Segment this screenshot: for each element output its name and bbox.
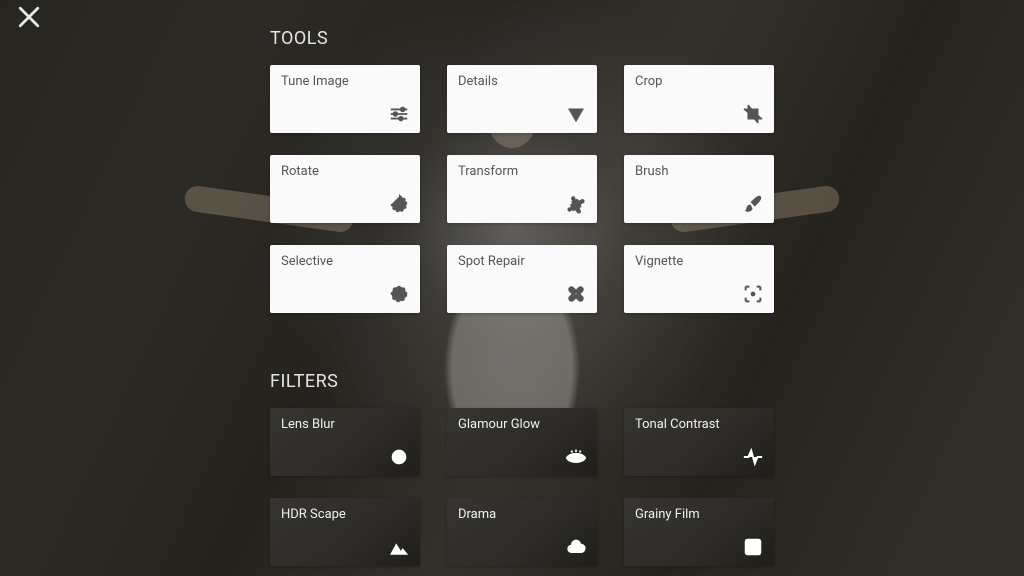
filter-hdr-scape[interactable]: HDR Scape: [270, 498, 420, 566]
tool-label: Crop: [635, 74, 662, 89]
filters-grid: Lens Blur Glamour Glow Tonal Contrast: [270, 408, 770, 566]
brush-icon: [742, 193, 764, 215]
vignette-icon: [742, 283, 764, 305]
eye-icon: [565, 446, 587, 468]
tool-transform[interactable]: Transform: [447, 155, 597, 223]
filter-tonal-contrast[interactable]: Tonal Contrast: [624, 408, 774, 476]
tool-label: Brush: [635, 164, 669, 179]
tool-spot-repair[interactable]: Spot Repair: [447, 245, 597, 313]
tool-label: Transform: [458, 164, 518, 179]
filter-lens-blur[interactable]: Lens Blur: [270, 408, 420, 476]
filter-glamour-glow[interactable]: Glamour Glow: [447, 408, 597, 476]
tool-selective[interactable]: Selective: [270, 245, 420, 313]
tool-label: Rotate: [281, 164, 319, 179]
tool-label: Vignette: [635, 254, 683, 269]
filter-label: Glamour Glow: [458, 417, 540, 432]
selective-icon: [388, 283, 410, 305]
dice-icon: [742, 536, 764, 558]
triangle-down-icon: [565, 103, 587, 125]
filter-grainy-film[interactable]: Grainy Film: [624, 498, 774, 566]
target-icon: [388, 446, 410, 468]
filter-label: Tonal Contrast: [635, 417, 720, 432]
cloud-icon: [565, 536, 587, 558]
close-button[interactable]: [14, 2, 44, 32]
filter-drama[interactable]: Drama: [447, 498, 597, 566]
bandage-icon: [565, 283, 587, 305]
tool-tune-image[interactable]: Tune Image: [270, 65, 420, 133]
tool-label: Selective: [281, 254, 333, 269]
filter-label: HDR Scape: [281, 507, 346, 522]
tools-grid: Tune Image Details Crop: [270, 65, 770, 313]
tool-label: Spot Repair: [458, 254, 525, 269]
pulse-icon: [742, 446, 764, 468]
tool-vignette[interactable]: Vignette: [624, 245, 774, 313]
tool-rotate[interactable]: Rotate: [270, 155, 420, 223]
tool-label: Details: [458, 74, 498, 89]
close-icon: [14, 2, 44, 32]
sliders-icon: [388, 103, 410, 125]
tool-label: Tune Image: [281, 74, 349, 89]
tool-brush[interactable]: Brush: [624, 155, 774, 223]
filters-heading: FILTERS: [270, 371, 770, 392]
tool-crop[interactable]: Crop: [624, 65, 774, 133]
tools-heading: TOOLS: [270, 28, 770, 49]
tool-details[interactable]: Details: [447, 65, 597, 133]
filter-label: Grainy Film: [635, 507, 700, 522]
filter-label: Drama: [458, 507, 496, 522]
mountains-icon: [388, 536, 410, 558]
filter-label: Lens Blur: [281, 417, 335, 432]
crop-icon: [742, 103, 764, 125]
transform-icon: [565, 193, 587, 215]
rotate-icon: [388, 193, 410, 215]
